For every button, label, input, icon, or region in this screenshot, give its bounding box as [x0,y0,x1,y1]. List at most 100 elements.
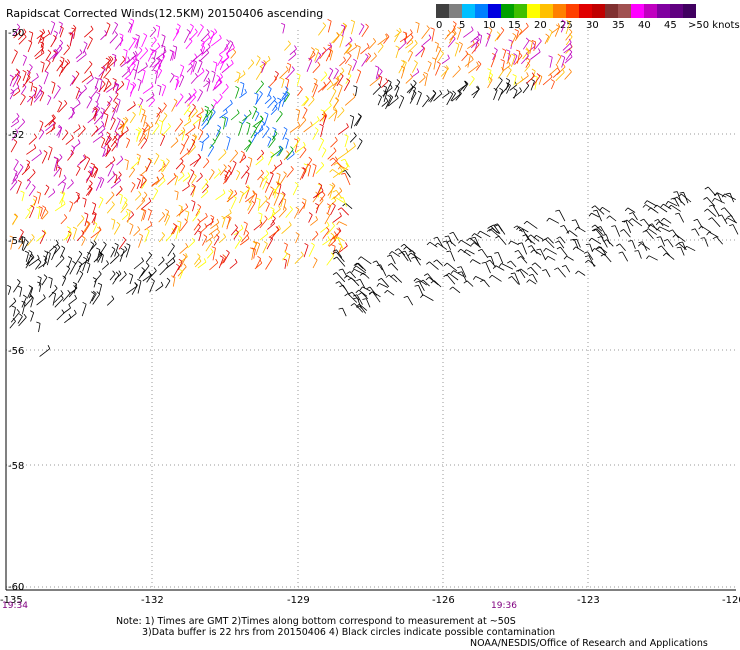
wind-barb [522,229,530,240]
wind-barb [326,255,335,266]
wind-barb-flag [89,180,93,184]
wind-barb [496,29,505,40]
wind-barb-flag [308,156,313,161]
wind-barb-flag [118,176,121,181]
wind-barb-flag [287,40,291,45]
wind-barb-flag [487,255,492,258]
wind-barb-flag [512,74,517,77]
wind-barb-flag [272,127,277,130]
wind-barb [557,267,566,278]
wind-barb-flag [77,139,81,144]
wind-barb [406,246,416,254]
wind-barb-flag [175,137,179,142]
wind-barb [197,91,203,102]
wind-barb [9,76,14,87]
wind-barb [209,31,218,40]
wind-barb-flag [219,54,223,58]
wind-barb-flag [353,142,356,147]
wind-barb-flag [260,169,264,174]
wind-barb [312,194,319,203]
wind-barb [39,348,51,357]
wind-barb-flag [98,270,102,275]
wind-barb [190,76,198,84]
wind-barb-flag [267,86,272,90]
wind-barb-flag [329,67,334,71]
wind-barb [463,29,474,38]
lat-lon-grid [5,30,736,591]
wind-barb-flag [520,76,524,81]
wind-barb [278,208,287,218]
wind-barb-flag [86,262,91,265]
wind-barb-flag [416,68,420,73]
wind-barb [77,128,86,138]
wind-barb-flag [572,246,577,250]
wind-barb [284,260,287,269]
wind-barb [560,246,568,257]
wind-barb-flag [136,177,141,181]
wind-barb-flag [67,289,71,294]
credit-line: NOAA/NESDIS/Office of Research and Appli… [470,638,708,649]
wind-barb [312,259,318,269]
wind-barb [13,281,21,293]
wind-barb-flag [74,294,77,299]
wind-barb-flag [356,278,361,281]
wind-barb-flag [351,268,355,273]
wind-barb [415,48,425,57]
wind-barb-flag [138,233,143,237]
wind-barb-flag [270,151,274,155]
wind-barb [575,246,585,253]
wind-barb-flag [206,132,210,137]
wind-barb-flag [592,209,597,212]
wind-barb-flag [90,241,95,245]
wind-barb [558,240,565,249]
wind-barb-flag [199,172,203,177]
wind-barb-flag [126,126,129,131]
wind-barb [522,85,530,94]
wind-barb-flag [95,125,99,130]
wind-barb [332,79,340,86]
lat-label: -54 [8,236,24,247]
wind-barb-flag [729,224,734,227]
wind-barb [250,128,258,139]
wind-barb [241,233,250,243]
wind-barb-flag [588,212,592,217]
wind-barb [603,253,612,263]
wind-barb [73,197,80,204]
wind-barb-flag [96,247,101,251]
wind-barb-flag [88,36,93,40]
wind-barb-flag [469,259,473,263]
wind-barb [238,123,243,136]
wind-barb [578,270,586,276]
wind-barb [21,192,25,202]
wind-barb-flag [166,158,170,162]
wind-barb-flag [27,208,31,213]
wind-barb-flag [507,260,511,264]
wind-barb-flag [72,260,76,264]
wind-barb [47,148,53,161]
wind-barb-flag [226,63,230,68]
wind-barb-flag [575,270,579,275]
wind-barb [377,96,382,106]
wind-barb-flag [703,197,708,200]
wind-barb [158,86,162,96]
wind-barb-flag [498,263,502,268]
wind-barb [104,114,109,128]
wind-barb-flag [545,256,549,260]
wind-barb-flag [151,96,156,101]
wind-barb [264,183,270,193]
wind-barb-flag [79,49,83,54]
wind-barb [226,138,231,151]
wind-barb-flag [112,77,117,81]
lat-label: -56 [8,346,24,357]
wind-barb-flag [229,40,234,44]
wind-barb [19,96,26,106]
wind-barb-flag [400,95,405,98]
wind-barb [127,210,131,223]
wind-barb [169,75,175,83]
wind-barb-flag [315,216,318,220]
wind-barb-flag [178,204,183,208]
wind-barb-flag [311,47,315,51]
wind-barb [542,76,553,86]
wind-barb-flag [360,23,365,27]
wind-barb [91,128,99,137]
